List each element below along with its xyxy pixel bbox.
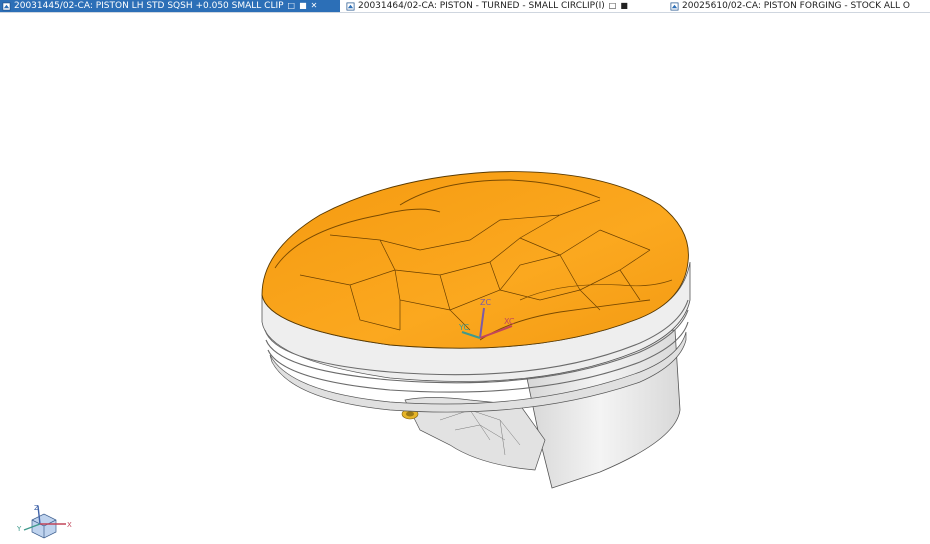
datum-label-x: XC [504, 317, 515, 326]
model-view[interactable]: ZC XC YC Z X Y [0, 13, 930, 540]
view-label-z: Z [34, 504, 39, 512]
close-icon[interactable]: ✕ [311, 0, 318, 12]
tab-label: 20025610/02-CA: PISTON FORGING - STOCK A… [682, 1, 910, 11]
lock-icon: ■ [620, 1, 628, 10]
file-icon: □ [608, 1, 617, 10]
piston-crown [261, 171, 689, 349]
document-tab-bar: 20031445/02-CA: PISTON LH STD SQSH +0.05… [0, 0, 930, 13]
piston-model[interactable]: ZC XC YC [261, 171, 691, 489]
view-label-y: Y [16, 525, 22, 533]
part-file-icon [670, 2, 679, 10]
view-triad[interactable]: Z X Y [16, 504, 72, 539]
pin-bore-inner [406, 411, 414, 417]
file-icon: □ [287, 1, 296, 10]
datum-label-z: ZC [480, 298, 491, 307]
view-label-x: X [67, 521, 72, 529]
lock-icon: ■ [299, 1, 307, 10]
part-file-icon [346, 2, 355, 10]
tab-piston-lh-std[interactable]: 20031445/02-CA: PISTON LH STD SQSH +0.05… [0, 0, 340, 12]
tab-piston-forging[interactable]: 20025610/02-CA: PISTON FORGING - STOCK A… [668, 0, 930, 12]
graphics-window[interactable]: ZC XC YC Z X Y [0, 13, 930, 540]
datum-label-y: YC [458, 323, 469, 332]
part-file-icon [2, 2, 11, 10]
tab-piston-turned[interactable]: 20031464/02-CA: PISTON - TURNED - SMALL … [344, 0, 656, 12]
tab-label: 20031464/02-CA: PISTON - TURNED - SMALL … [358, 1, 605, 11]
tab-label: 20031445/02-CA: PISTON LH STD SQSH +0.05… [14, 1, 284, 11]
